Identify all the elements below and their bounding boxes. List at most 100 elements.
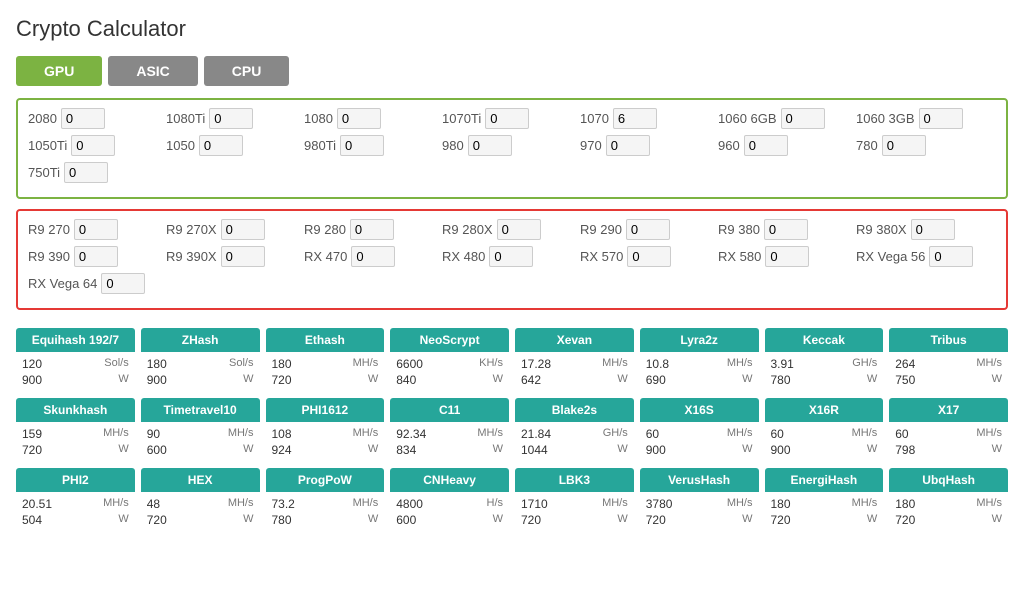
algo-name: Equihash 192/7 [16,328,135,352]
gpu-quantity-input[interactable] [337,108,381,129]
algo-power-value: 840 [396,373,416,387]
gpu-label: R9 390 [28,249,70,264]
algo-hashrate-row: 48MH/s [147,496,254,512]
gpu-quantity-input[interactable] [209,108,253,129]
gpu-quantity-input[interactable] [765,246,809,267]
algo-hashrate-unit: MH/s [976,427,1002,441]
algo-name: Ethash [266,328,385,352]
gpu-label: 980 [442,138,464,153]
gpu-quantity-input[interactable] [489,246,533,267]
gpu-quantity-input[interactable] [199,135,243,156]
algo-power-unit: W [992,373,1002,387]
algo-hashrate-row: 20.51MH/s [22,496,129,512]
tab-gpu[interactable]: GPU [16,56,102,86]
algo-card: CNHeavy4800H/s600W [390,468,509,532]
algo-name: X16S [640,398,759,422]
gpu-label: R9 380 [718,222,760,237]
algo-hashrate-value: 108 [272,427,292,441]
algo-hashrate-unit: Sol/s [229,357,253,371]
algo-hashrate-unit: KH/s [479,357,503,371]
gpu-quantity-input[interactable] [71,135,115,156]
algo-power-value: 1044 [521,443,548,457]
algo-name: PHI1612 [266,398,385,422]
gpu-quantity-input[interactable] [101,273,145,294]
gpu-quantity-input[interactable] [626,219,670,240]
gpu-quantity-input[interactable] [613,108,657,129]
algo-name: X16R [765,398,884,422]
algo-body: 21.84GH/s1044W [515,422,634,462]
gpu-quantity-input[interactable] [64,162,108,183]
gpu-item: 970 [580,135,710,156]
gpu-quantity-input[interactable] [485,108,529,129]
gpu-label: R9 270X [166,222,217,237]
algo-power-value: 504 [22,513,42,527]
gpu-quantity-input[interactable] [221,219,265,240]
gpu-quantity-input[interactable] [744,135,788,156]
algo-hashrate-value: 180 [147,357,167,371]
gpu-label: 750Ti [28,165,60,180]
algo-card: C1192.34MH/s834W [390,398,509,462]
gpu-item: 1060 6GB [718,108,848,129]
algo-hashrate-unit: MH/s [852,427,878,441]
algo-power-unit: W [243,443,253,457]
gpu-item: RX 480 [442,246,572,267]
algo-card: EnergiHash180MH/s720W [765,468,884,532]
algo-body: 60MH/s900W [765,422,884,462]
algo-hashrate-row: 73.2MH/s [272,496,379,512]
algo-card: Keccak3.91GH/s780W [765,328,884,392]
algo-power-value: 900 [646,443,666,457]
gpu-quantity-input[interactable] [350,219,394,240]
gpu-quantity-input[interactable] [74,219,118,240]
gpu-quantity-input[interactable] [468,135,512,156]
gpu-quantity-input[interactable] [919,108,963,129]
gpu-row: R9 270R9 270XR9 280R9 280XR9 290R9 380R9… [28,219,996,242]
gpu-quantity-input[interactable] [61,108,105,129]
algo-power-unit: W [243,373,253,387]
algo-power-value: 600 [396,513,416,527]
algo-hashrate-value: 120 [22,357,42,371]
algo-hashrate-unit: MH/s [353,427,379,441]
algo-hashrate-unit: MH/s [727,427,753,441]
gpu-quantity-input[interactable] [606,135,650,156]
gpu-quantity-input[interactable] [627,246,671,267]
algo-power-unit: W [867,513,877,527]
algo-power-value: 900 [22,373,42,387]
algo-card: PHI220.51MH/s504W [16,468,135,532]
algo-hashrate-unit: MH/s [228,427,254,441]
algo-hashrate-value: 180 [895,497,915,511]
gpu-quantity-input[interactable] [911,219,955,240]
algo-hashrate-row: 1710MH/s [521,496,628,512]
gpu-item: RX Vega 56 [856,246,986,267]
algo-hashrate-unit: MH/s [353,357,379,371]
gpu-quantity-input[interactable] [882,135,926,156]
algo-hashrate-value: 21.84 [521,427,551,441]
algo-name: ZHash [141,328,260,352]
tab-cpu[interactable]: CPU [204,56,290,86]
gpu-quantity-input[interactable] [221,246,265,267]
gpu-quantity-input[interactable] [340,135,384,156]
gpu-label: R9 280X [442,222,493,237]
algo-hashrate-row: 21.84GH/s [521,426,628,442]
algo-power-row: 798W [895,442,1002,458]
algo-power-row: 720W [147,512,254,528]
gpu-label: R9 270 [28,222,70,237]
gpu-quantity-input[interactable] [351,246,395,267]
algo-card: UbqHash180MH/s720W [889,468,1008,532]
gpu-quantity-input[interactable] [781,108,825,129]
algo-power-row: 720W [646,512,753,528]
algo-card: ProgPoW73.2MH/s780W [266,468,385,532]
algo-card: Skunkhash159MH/s720W [16,398,135,462]
algo-body: 6600KH/s840W [390,352,509,392]
algo-card: Lyra2z10.8MH/s690W [640,328,759,392]
gpu-quantity-input[interactable] [497,219,541,240]
algo-hashrate-value: 3780 [646,497,673,511]
gpu-quantity-input[interactable] [764,219,808,240]
gpu-label: 780 [856,138,878,153]
algo-power-unit: W [368,373,378,387]
algo-name: Timetravel10 [141,398,260,422]
tab-asic[interactable]: ASIC [108,56,197,86]
gpu-quantity-input[interactable] [74,246,118,267]
gpu-label: 1050Ti [28,138,67,153]
algo-hashrate-unit: MH/s [727,497,753,511]
gpu-quantity-input[interactable] [929,246,973,267]
